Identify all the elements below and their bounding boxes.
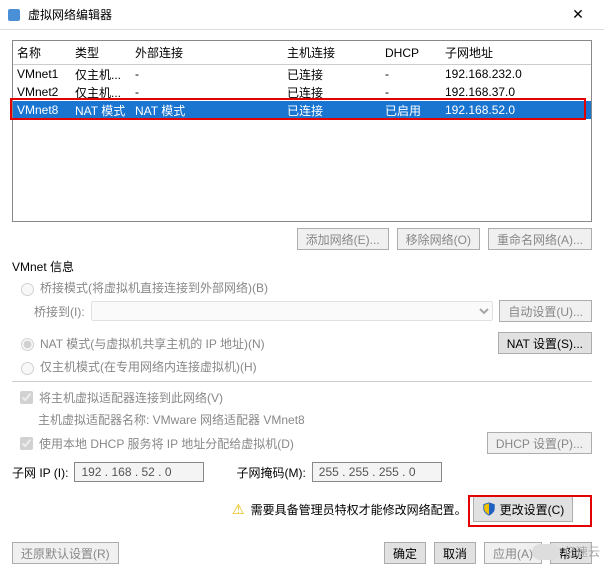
hostonly-radio [21,362,34,375]
restore-defaults-button: 还原默认设置(R) [12,542,119,564]
bridge-label: 桥接模式(将虚拟机直接连接到外部网络)(B) [40,279,268,296]
use-dhcp-label: 使用本地 DHCP 服务将 IP 地址分配给虚拟机(D) [39,435,294,452]
change-settings-label: 更改设置(C) [500,501,565,518]
vmnet-info-label: VMnet 信息 [12,258,592,275]
table-row[interactable]: VMnet2仅主机...-已连接-192.168.37.0 [13,83,591,101]
change-settings-button[interactable]: 更改设置(C) [473,496,574,522]
app-icon [6,7,22,23]
subnet-ip-label: 子网 IP (I): [12,464,68,481]
watermark-text: 亿速云 [564,543,600,560]
cell-dhcp: - [381,65,441,83]
cell-name: VMnet2 [13,83,71,101]
col-name[interactable]: 名称 [13,42,71,63]
col-dhcp[interactable]: DHCP [381,44,441,62]
col-subnet[interactable]: 子网地址 [441,42,591,63]
nat-settings-button[interactable]: NAT 设置(S)... [498,332,592,354]
bridge-to-select [91,301,494,321]
cell-dhcp: - [381,83,441,101]
col-type[interactable]: 类型 [71,42,131,63]
subnet-mask-label: 子网掩码(M): [236,464,305,481]
nat-radio [21,338,34,351]
bridge-to-label: 桥接到(I): [34,303,85,320]
table-row[interactable]: VMnet1仅主机...-已连接-192.168.232.0 [13,65,591,83]
cell-host: 已连接 [283,100,381,121]
cell-ext: - [131,83,283,101]
table-row[interactable]: VMnet8NAT 模式NAT 模式已连接已启用192.168.52.0 [13,101,591,119]
cell-ext: NAT 模式 [131,100,283,121]
close-icon[interactable]: ✕ [558,6,598,23]
add-network-button: 添加网络(E)... [297,228,389,250]
nat-label: NAT 模式(与虚拟机共享主机的 IP 地址)(N) [40,335,265,352]
cell-ext: - [131,65,283,83]
network-table[interactable]: 名称 类型 外部连接 主机连接 DHCP 子网地址 VMnet1仅主机...-已… [12,40,592,222]
cell-dhcp: 已启用 [381,100,441,121]
cell-type: NAT 模式 [71,100,131,121]
subnet-mask-input [312,462,442,482]
warning-text: 需要具备管理员特权才能修改网络配置。 [251,501,467,518]
remove-network-button: 移除网络(O) [397,228,480,250]
col-host[interactable]: 主机连接 [283,42,381,63]
cloud-icon [532,544,560,560]
table-header: 名称 类型 外部连接 主机连接 DHCP 子网地址 [13,41,591,65]
cell-subnet: 192.168.37.0 [441,83,591,101]
cell-name: VMnet8 [13,101,71,119]
cell-subnet: 192.168.52.0 [441,101,591,119]
titlebar: 虚拟网络编辑器 ✕ [0,0,604,30]
host-adapter-check [20,391,33,404]
shield-icon [482,502,496,516]
warning-icon: ⚠ [232,501,245,518]
cell-subnet: 192.168.232.0 [441,65,591,83]
cancel-button[interactable]: 取消 [434,542,476,564]
cell-name: VMnet1 [13,65,71,83]
subnet-ip-input [74,462,204,482]
bridge-radio [21,283,34,296]
col-ext[interactable]: 外部连接 [131,42,283,63]
host-adapter-label: 将主机虚拟适配器连接到此网络(V) [39,389,223,406]
hostonly-label: 仅主机模式(在专用网络内连接虚拟机)(H) [40,358,257,375]
host-adapter-name: 主机虚拟适配器名称: VMware 网络适配器 VMnet8 [38,411,305,428]
rename-network-button: 重命名网络(A)... [488,228,592,250]
watermark: 亿速云 [532,543,600,560]
ok-button[interactable]: 确定 [384,542,426,564]
use-dhcp-check [20,437,33,450]
window-title: 虚拟网络编辑器 [28,6,558,23]
auto-settings-button: 自动设置(U)... [499,300,592,322]
dhcp-settings-button: DHCP 设置(P)... [487,432,592,454]
